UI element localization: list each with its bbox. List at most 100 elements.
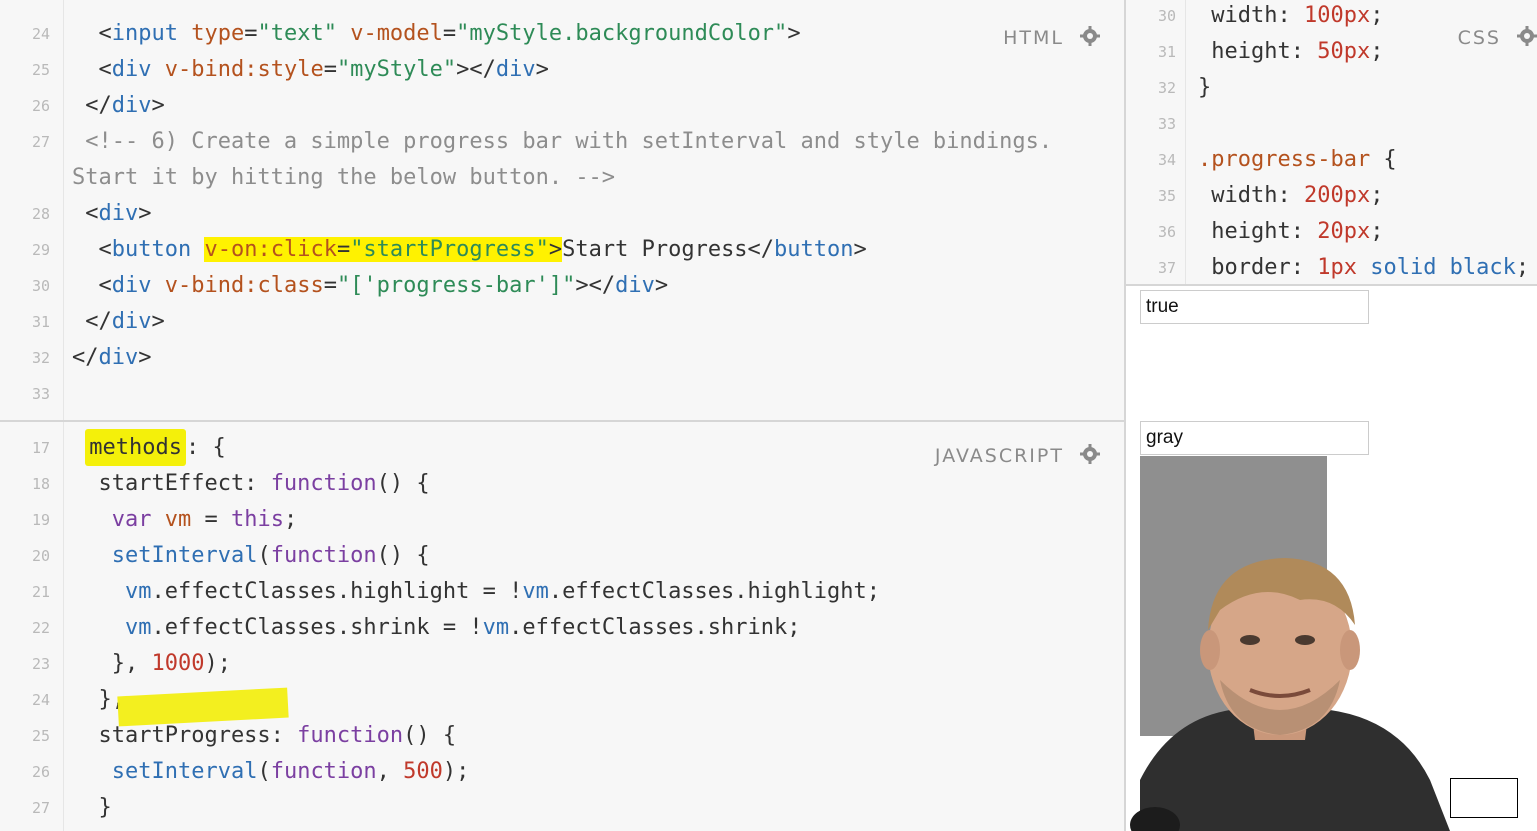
code-token: ; xyxy=(1370,219,1384,244)
code-token: () { xyxy=(403,723,457,748)
code-line[interactable]: 37 border: 1px solid black; xyxy=(1126,250,1537,284)
code-token: vm xyxy=(124,579,152,604)
code-token: > xyxy=(853,237,867,262)
js-label-text: JAVASCRIPT xyxy=(934,445,1064,467)
code-token: <!-- 6) Create a simple progress bar wit… xyxy=(72,129,1053,154)
code-line[interactable]: 30 <div v-bind:class="['progress-bar']">… xyxy=(0,268,1124,304)
code-token: v-bind:style xyxy=(151,57,324,82)
code-token: v-model xyxy=(336,21,443,46)
code-line[interactable]: 31 </div> xyxy=(0,304,1124,340)
code-token: Start it by hitting the below button. --… xyxy=(72,165,616,190)
code-token: function xyxy=(270,543,377,568)
gear-icon[interactable] xyxy=(1080,444,1100,464)
code-line[interactable]: 23 }, 1000); xyxy=(0,646,1124,682)
code-token: Start Progress</ xyxy=(562,237,775,262)
code-token: : { xyxy=(185,435,226,460)
gear-icon[interactable] xyxy=(1517,26,1537,46)
code-token: div xyxy=(111,309,152,334)
code-token: = xyxy=(323,57,337,82)
code-token: 50px xyxy=(1317,39,1371,64)
code-line[interactable]: 33 xyxy=(0,376,1124,412)
code-token: }, xyxy=(72,651,152,676)
line-number: 32 xyxy=(31,349,50,367)
code-token: "myStyle" xyxy=(336,57,457,82)
code-line[interactable]: 34 .progress-bar { xyxy=(1126,142,1537,178)
javascript-pane-label[interactable]: JAVASCRIPT xyxy=(935,444,1100,467)
code-line[interactable]: 27 <!-- 6) Create a simple progress bar … xyxy=(0,124,1124,160)
code-token: 1000 xyxy=(151,651,205,676)
code-token: > xyxy=(535,57,549,82)
line-number: 20 xyxy=(31,547,50,565)
line-number: 32 xyxy=(1157,79,1176,97)
code-line[interactable]: 28 <div> xyxy=(0,196,1124,232)
line-number: 23 xyxy=(31,655,50,673)
css-editor-pane[interactable]: 30 width: 100px; 31 height: 50px; 32} 33 34.… xyxy=(1126,0,1537,284)
text-input-true[interactable]: true xyxy=(1140,290,1369,324)
code-line[interactable]: 32 </div> xyxy=(0,340,1124,376)
line-number: 27 xyxy=(31,799,50,817)
code-token: width: xyxy=(1198,3,1304,28)
code-line[interactable]: 36 height: 20px; xyxy=(1126,214,1537,250)
line-number: 27 xyxy=(31,133,50,151)
code-line[interactable]: 26 setInterval(function, 500); xyxy=(0,754,1124,790)
code-text: } xyxy=(1198,70,1211,106)
code-token: div xyxy=(111,93,152,118)
gear-icon[interactable] xyxy=(1080,26,1100,46)
code-text: methods: { xyxy=(72,429,226,466)
code-token: 500 xyxy=(403,759,443,784)
code-token: { xyxy=(1370,147,1397,172)
html-pane-label[interactable]: HTML xyxy=(1003,26,1100,49)
code-text: startEffect: function() { xyxy=(72,466,429,502)
code-token: ); xyxy=(442,759,470,784)
code-token: height: xyxy=(1198,39,1318,64)
html-label-text: HTML xyxy=(1003,27,1064,49)
css-pane-label[interactable]: CSS xyxy=(1458,26,1537,49)
code-token: startProgress: xyxy=(72,723,298,748)
code-token: 200px xyxy=(1303,183,1371,208)
code-line[interactable]: 26 </div> xyxy=(0,88,1124,124)
code-line[interactable]: 18 startEffect: function() { xyxy=(0,466,1124,502)
code-line[interactable]: 22 vm.effectClasses.shrink = !vm.effectC… xyxy=(0,610,1124,646)
progress-bar xyxy=(1450,778,1518,818)
code-line[interactable]: 29 <button v-on:click="startProgress">St… xyxy=(0,232,1124,268)
code-token: .progress-bar xyxy=(1198,147,1371,172)
code-token: < xyxy=(72,57,112,82)
line-number: 25 xyxy=(31,61,50,79)
code-line[interactable]: 35 width: 200px; xyxy=(1126,178,1537,214)
code-token: .effectClasses.highlight; xyxy=(548,579,880,604)
code-line[interactable]: 25 <div v-bind:style="myStyle"></div> xyxy=(0,52,1124,88)
code-token: div xyxy=(495,57,536,82)
text-input-gray[interactable]: gray xyxy=(1140,421,1369,455)
javascript-editor-pane[interactable]: 17 methods: {18 startEffect: function() … xyxy=(0,422,1124,831)
code-token: "myStyle.backgroundColor" xyxy=(456,21,788,46)
code-line[interactable]: 32} xyxy=(1126,70,1537,106)
code-text: </div> xyxy=(72,88,165,124)
code-token: div xyxy=(111,57,152,82)
code-token: v-on:click xyxy=(204,237,337,262)
code-token: type xyxy=(177,21,245,46)
code-token: </ xyxy=(72,93,112,118)
code-token: </ xyxy=(72,309,112,334)
line-number: 30 xyxy=(1157,7,1176,25)
code-token: 20px xyxy=(1317,219,1371,244)
code-line[interactable]: Start it by hitting the below button. --… xyxy=(0,160,1124,196)
code-line[interactable]: 27 } xyxy=(0,790,1124,826)
code-token: < xyxy=(72,237,112,262)
code-token: vm xyxy=(124,615,152,640)
code-line[interactable]: 24 <input type="text" v-model="myStyle.b… xyxy=(0,16,1124,52)
code-token: solid black xyxy=(1356,255,1516,280)
code-token: = xyxy=(191,507,231,532)
line-number: 31 xyxy=(1157,43,1176,61)
code-line[interactable]: 20 setInterval(function() { xyxy=(0,538,1124,574)
line-number: 37 xyxy=(1157,259,1176,277)
code-line[interactable]: 21 vm.effectClasses.highlight = !vm.effe… xyxy=(0,574,1124,610)
html-editor-pane[interactable]: 24 <input type="text" v-model="myStyle.b… xyxy=(0,0,1124,420)
code-line[interactable]: 19 var vm = this; xyxy=(0,502,1124,538)
code-token: this xyxy=(231,507,284,532)
code-token: setInterval xyxy=(111,543,258,568)
code-line[interactable]: 33 xyxy=(1126,106,1537,142)
code-token: startEffect: xyxy=(72,471,271,496)
